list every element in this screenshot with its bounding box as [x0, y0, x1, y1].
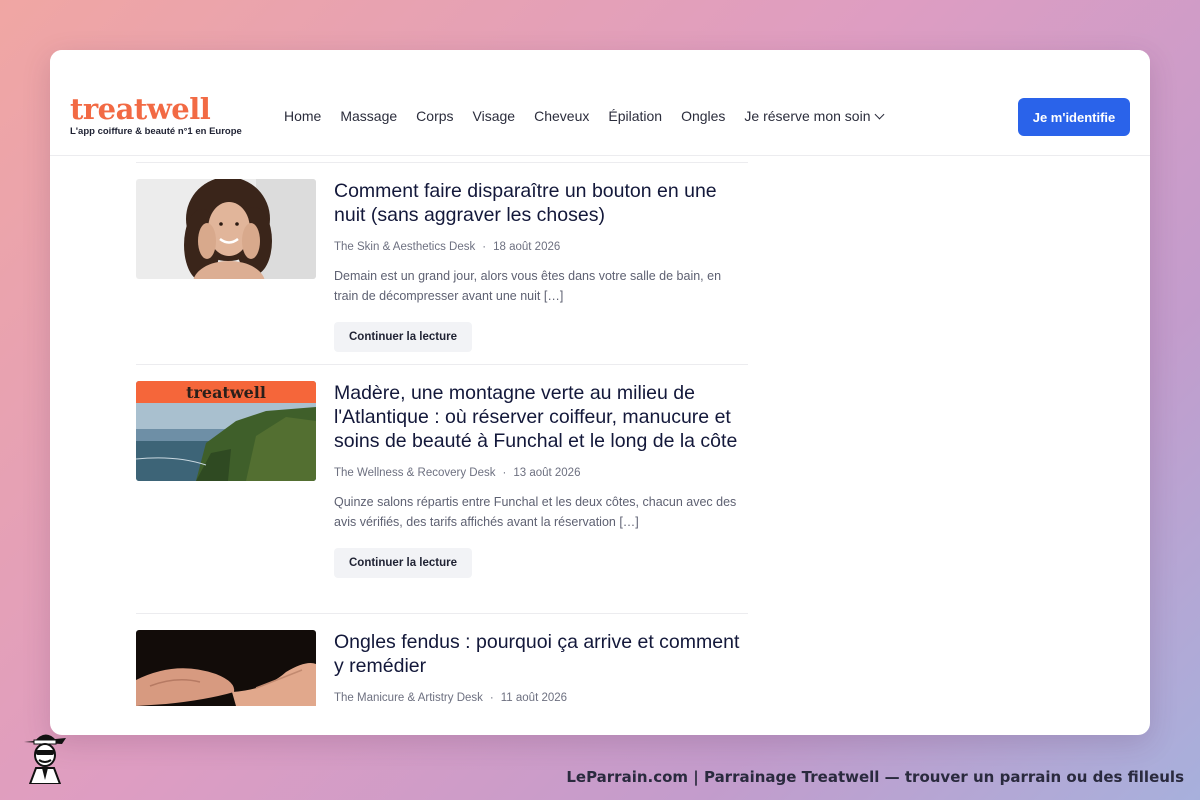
- article-meta: The Manicure & Artistry Desk · 11 août 202…: [334, 692, 568, 704]
- article-thumbnail[interactable]: [136, 630, 316, 706]
- hands-nails-image: [136, 630, 316, 706]
- article-content: Comment faire disparaître un bouton en u…: [334, 179, 748, 352]
- article-card: treatwell Madère, une montagne verte au …: [136, 365, 748, 613]
- article-date: 11 août 2026: [500, 692, 568, 704]
- madeira-coast-image: treatwell: [136, 381, 316, 481]
- continue-reading-button[interactable]: Continuer la lecture: [334, 322, 472, 352]
- main-nav: Home Massage Corps Visage Cheveux Épilat…: [284, 108, 902, 124]
- article-meta: The Skin & Aesthetics Desk · 18 août 2026: [334, 241, 561, 253]
- article-title[interactable]: Comment faire disparaître un bouton en u…: [334, 179, 748, 227]
- footer-caption: LeParrain.com | Parrainage Treatwell — t…: [566, 768, 1184, 786]
- nav-massage[interactable]: Massage: [340, 108, 397, 124]
- article-meta: The Wellness & Recovery Desk · 13 août 202…: [334, 467, 581, 479]
- continue-reading-button[interactable]: Continuer la lecture: [334, 548, 472, 578]
- article-excerpt: Quinze salons répartis entre Funchal et …: [334, 495, 737, 529]
- nav-ongles[interactable]: Ongles: [681, 108, 725, 124]
- article-excerpt: Demain est un grand jour, alors vous ête…: [334, 269, 722, 303]
- nav-home[interactable]: Home: [284, 108, 321, 124]
- leparrain-mascot-icon: [24, 734, 66, 784]
- article-author[interactable]: The Skin & Aesthetics Desk: [334, 241, 475, 253]
- nav-corps[interactable]: Corps: [416, 108, 453, 124]
- article-date: 18 août 2026: [493, 241, 561, 253]
- nav-book-treatment-label: Je réserve mon soin: [744, 108, 871, 124]
- article-date: 13 août 2026: [513, 467, 581, 479]
- article-card: Ongles fendus : pourquoi ça arrive et co…: [136, 614, 748, 724]
- logo-wordmark: treatwell: [70, 92, 211, 126]
- article-content: Ongles fendus : pourquoi ça arrive et co…: [334, 630, 748, 704]
- treatwell-logo[interactable]: treatwell L'app coiffure & beauté n°1 en…: [70, 94, 242, 137]
- article-author[interactable]: The Wellness & Recovery Desk: [334, 467, 495, 479]
- logo-tagline: L'app coiffure & beauté n°1 en Europe: [70, 126, 242, 137]
- chevron-down-icon: [875, 109, 885, 119]
- article-title[interactable]: Madère, une montagne verte au milieu de …: [334, 381, 748, 453]
- nav-epilation[interactable]: Épilation: [608, 108, 662, 124]
- article-list: Comment faire disparaître un bouton en u…: [136, 162, 748, 724]
- browser-window: treatwell L'app coiffure & beauté n°1 en…: [50, 50, 1150, 735]
- login-button[interactable]: Je m'identifie: [1018, 98, 1130, 136]
- woman-smiling-image: [136, 179, 316, 279]
- article-card: Comment faire disparaître un bouton en u…: [136, 163, 748, 364]
- nav-book-treatment-dropdown[interactable]: Je réserve mon soin: [744, 108, 885, 124]
- article-author[interactable]: The Manicure & Artistry Desk: [334, 692, 483, 704]
- article-thumbnail[interactable]: treatwell: [136, 381, 316, 481]
- nav-visage[interactable]: Visage: [473, 108, 516, 124]
- navbar: treatwell L'app coiffure & beauté n°1 en…: [50, 50, 1150, 156]
- thumbnail-banner-text: treatwell: [186, 383, 266, 402]
- article-title[interactable]: Ongles fendus : pourquoi ça arrive et co…: [334, 630, 748, 678]
- article-thumbnail[interactable]: [136, 179, 316, 279]
- article-content: Madère, une montagne verte au milieu de …: [334, 381, 748, 578]
- nav-cheveux[interactable]: Cheveux: [534, 108, 589, 124]
